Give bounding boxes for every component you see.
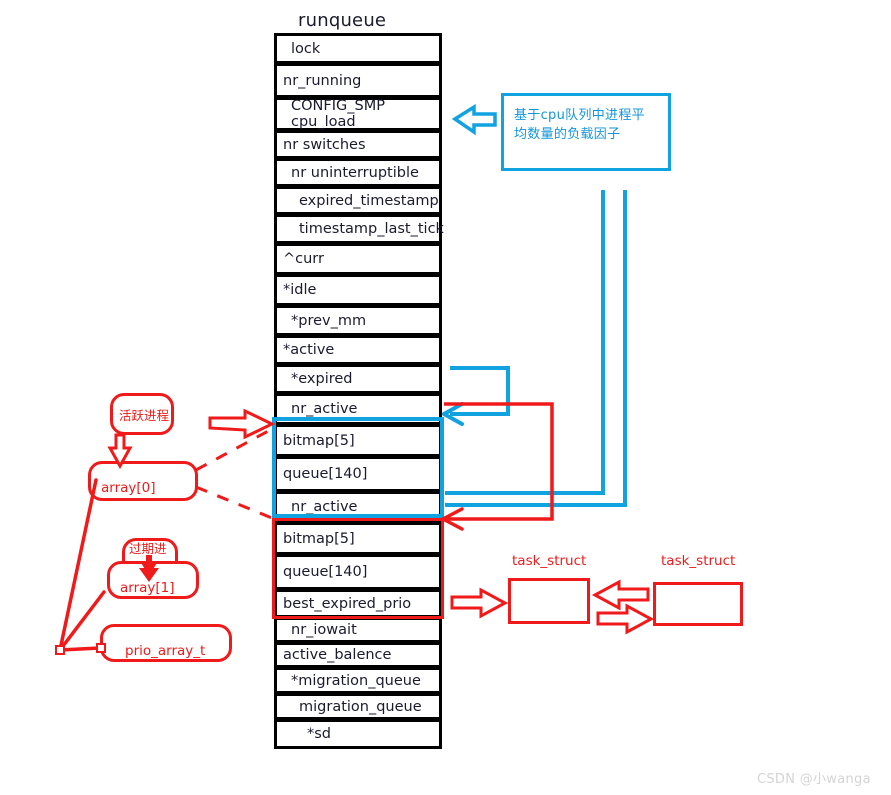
struct-field-row: bitmap[5] xyxy=(274,522,442,555)
struct-field-label: *idle xyxy=(283,282,317,298)
struct-field-label: *migration_queue xyxy=(291,672,421,689)
struct-field-row: timestamp_last_tick xyxy=(274,214,444,244)
struct-field-label: lock xyxy=(291,40,321,57)
struct-field-row: *expired xyxy=(274,364,442,394)
task-struct-link-arrow-left-icon xyxy=(591,579,650,611)
red-queue-connector xyxy=(444,402,554,521)
cpu-load-note-line-1: 基于cpu队列中进程平 xyxy=(514,108,645,123)
task-struct-box-2 xyxy=(653,582,743,626)
array0-dashed-links xyxy=(195,427,273,520)
cpu-load-arrow-icon xyxy=(451,103,497,136)
struct-field-row: bitmap[5] xyxy=(274,424,442,457)
struct-field-row: migration_queue xyxy=(274,693,442,720)
struct-field-label: *prev_mm xyxy=(291,312,367,329)
callout-array0-label: array[0] xyxy=(101,480,156,496)
struct-field-label: expired_timestamp xyxy=(299,192,439,209)
runqueue-title: runqueue xyxy=(298,10,387,31)
struct-field-label: nr_active xyxy=(291,401,358,417)
diagram-canvas: runqueue lock nr_running CONFIG_SMP cpu_lo… xyxy=(0,0,891,795)
struct-field-label: *active xyxy=(283,342,335,358)
struct-field-row: lock xyxy=(274,33,442,64)
struct-field-row: expired_timestamp xyxy=(274,186,442,215)
struct-field-row: active_balence xyxy=(274,642,442,668)
struct-field-label: *expired xyxy=(291,371,353,387)
struct-field-label: nr_iowait xyxy=(291,622,357,638)
struct-field-label: nr_active xyxy=(291,499,358,515)
struct-field-label: queue[140] xyxy=(283,564,368,580)
task-struct-label-2: task_struct xyxy=(661,553,736,569)
struct-field-label: timestamp_last_tick xyxy=(299,221,444,237)
prio-array-convergence-lines xyxy=(58,478,106,652)
struct-field-row: nr_active xyxy=(274,491,442,523)
struct-field-label: CONFIG_SMP cpu_load xyxy=(291,98,385,130)
callout-active-process-label: 活跃进程 xyxy=(119,407,170,423)
struct-field-label: bitmap[5] xyxy=(283,432,355,449)
convergence-vertex-left xyxy=(55,645,65,655)
struct-field-label: ^curr xyxy=(283,251,324,267)
blue-arrowhead-left xyxy=(442,402,464,426)
struct-field-label: queue[140] xyxy=(283,466,368,482)
runqueue-struct-table: lock nr_running CONFIG_SMP cpu_loadnr swit… xyxy=(274,33,444,749)
csdn-watermark: CSDN @小wanga xyxy=(757,772,871,787)
task-struct-box-1 xyxy=(508,578,590,624)
struct-field-label: nr_running xyxy=(283,72,362,89)
struct-field-label: best_expired_prio xyxy=(283,595,412,612)
struct-field-row: best_expired_prio xyxy=(274,589,442,618)
struct-field-row: CONFIG_SMP cpu_load xyxy=(274,97,442,131)
struct-field-row: nr_running xyxy=(274,63,442,98)
struct-field-label: bitmap[5] xyxy=(283,530,355,547)
callout-array0: array[0] xyxy=(88,461,198,501)
struct-field-row: queue[140] xyxy=(274,554,442,590)
task-struct-link-arrow-right-icon xyxy=(596,603,655,635)
active-expired-blue-connectors xyxy=(445,190,627,507)
struct-field-row: *migration_queue xyxy=(274,667,442,694)
struct-field-row: *sd xyxy=(274,719,442,749)
struct-field-row: nr uninterruptible xyxy=(274,158,442,187)
struct-field-label: nr uninterruptible xyxy=(291,164,419,181)
struct-field-label: nr switches xyxy=(283,136,366,153)
red-arrowhead-left xyxy=(441,507,464,531)
struct-field-row: *idle xyxy=(274,274,442,306)
struct-field-label: *sd xyxy=(307,726,332,742)
cpu-load-note-line-2: 均数量的负载因子 xyxy=(514,127,621,142)
struct-field-row: nr_active xyxy=(274,393,442,425)
struct-field-row: ^curr xyxy=(274,243,442,275)
callout-array1-label: array[1] xyxy=(120,580,175,596)
callout-array1: array[1] xyxy=(107,561,199,599)
struct-field-row: nr_iowait xyxy=(274,617,442,643)
struct-field-label: active_balence xyxy=(283,647,392,663)
cpu-load-note-box: 基于cpu队列中进程平 均数量的负载因子 xyxy=(501,93,671,171)
queue-to-task-struct-arrow-icon xyxy=(450,587,509,619)
struct-field-row: queue[140] xyxy=(274,456,442,492)
callout-prio-array-t-label: prio_array_t xyxy=(125,643,206,659)
task-struct-label-1: task_struct xyxy=(512,553,587,569)
struct-field-label: migration_queue xyxy=(299,698,422,715)
callout-prio-array-t: prio_array_t xyxy=(100,624,232,662)
active-array-arrow-icon xyxy=(208,408,276,440)
struct-field-row: *active xyxy=(274,335,442,365)
callout-active-process: 活跃进程 xyxy=(110,393,174,435)
struct-field-row: nr switches xyxy=(274,130,442,159)
struct-field-row: *prev_mm xyxy=(274,305,442,336)
